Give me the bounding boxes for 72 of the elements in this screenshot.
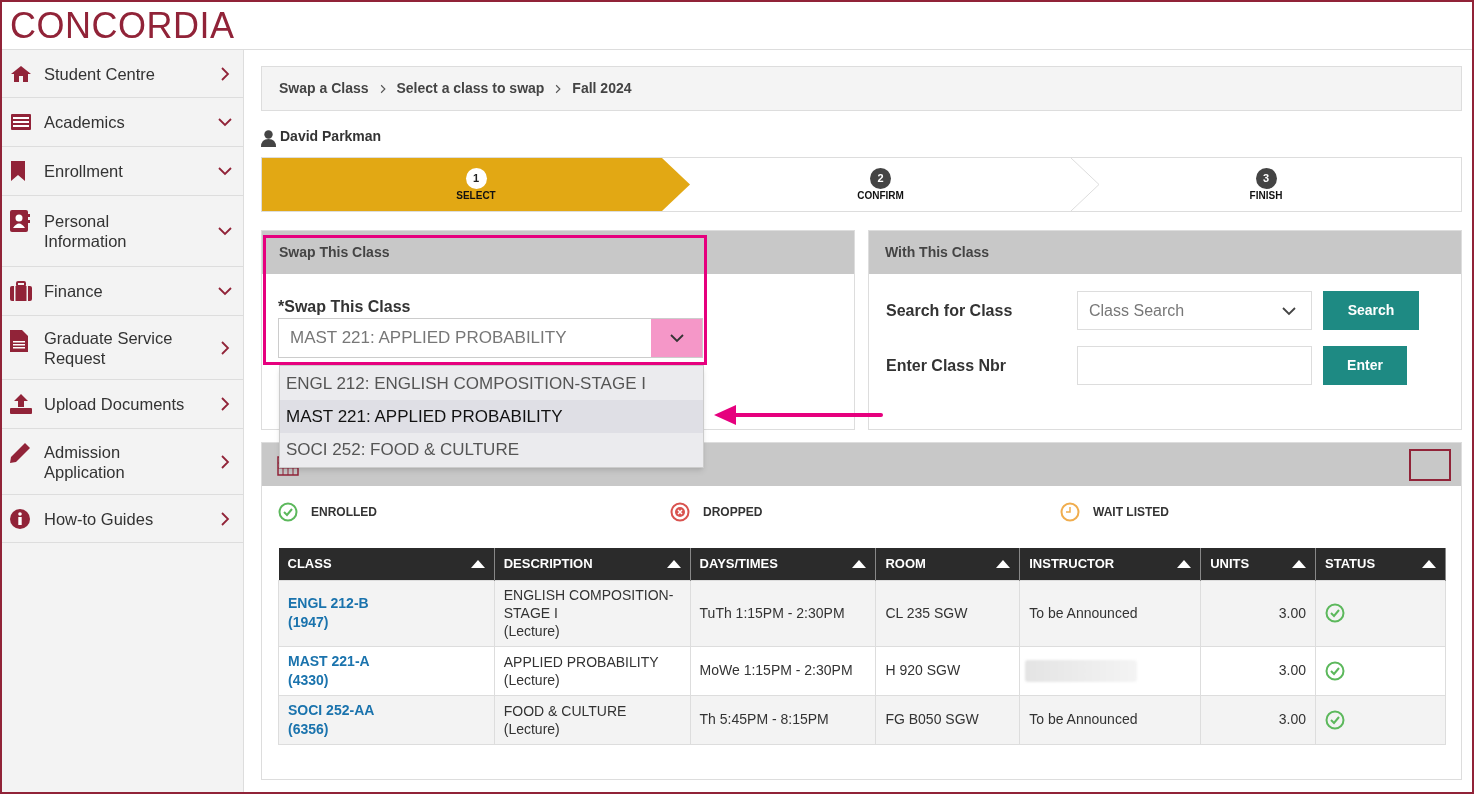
class-select[interactable]: MAST 221: APPLIED PROBABILITY — [278, 318, 703, 358]
class-link[interactable]: SOCI 252-AA (6356) — [288, 700, 398, 739]
table-cell: H 920 SGW — [885, 662, 961, 678]
table-cell-text: To be Announced — [1028, 711, 1138, 727]
person-icon — [261, 130, 276, 147]
field-label: *Swap This Class — [278, 297, 411, 317]
sidebar-item[interactable]: Finance — [2, 267, 243, 316]
sidebar-item[interactable]: Graduate Service Request — [2, 316, 243, 380]
class-number-field[interactable] — [1077, 346, 1312, 385]
student-name: David Parkman — [280, 127, 382, 146]
table-cell-text: APPLIED PROBABILITY — [503, 652, 660, 671]
enter-button[interactable]: Enter — [1323, 346, 1407, 385]
check-circle-icon — [1325, 603, 1346, 623]
sort-arrow-icon — [1422, 559, 1436, 568]
document-icon — [10, 330, 28, 352]
table-cell: CL 235 SGW — [885, 604, 968, 621]
sort-arrow-icon — [1177, 559, 1192, 568]
field-label: Search for Class — [886, 300, 1014, 321]
legend-label: ENROLLED — [311, 504, 377, 521]
search-button[interactable]: Search — [1323, 291, 1419, 330]
upload-icon — [10, 394, 32, 414]
table-cell: 3.00 — [1278, 711, 1307, 727]
class-link[interactable]: ENGL 212-B (1947) — [288, 594, 398, 632]
table-cell: (Lecture) — [503, 719, 560, 738]
home-icon — [10, 64, 32, 83]
list-icon — [10, 113, 32, 131]
table-cell: TuTh 1:15PM - 2:30PM — [699, 604, 845, 621]
sidebar-item[interactable]: Upload Documents — [2, 380, 243, 429]
pencil-icon — [10, 443, 30, 463]
panel-header: With This Class — [869, 231, 1461, 274]
sort-arrow-icon — [1292, 559, 1307, 568]
info-icon — [10, 508, 30, 529]
panel-header: Swap This Class — [262, 231, 854, 274]
sidebar-item[interactable]: Admission Application — [2, 429, 243, 495]
table-cell: 3.00 — [1278, 604, 1307, 621]
sidebar-item[interactable]: Student Centre — [2, 50, 243, 98]
dropdown-option[interactable]: ENGL 212: ENGLISH COMPOSITION-STAGE I — [280, 367, 703, 400]
breadcrumb-link[interactable]: Select a class to swap — [396, 78, 545, 99]
dropdown-option[interactable]: MAST 221: APPLIED PROBABILITY — [280, 400, 703, 433]
bookmark-icon — [10, 161, 26, 181]
sort-arrow-icon — [666, 559, 681, 568]
briefcase-icon — [10, 281, 32, 301]
table-cell-text: FOOD & CULTURE — [503, 701, 628, 720]
table-cell: 3.00 — [1278, 662, 1307, 678]
check-circle-icon — [1325, 709, 1346, 730]
table-cell: FG B050 SGW — [885, 711, 979, 727]
table-cell: (Lecture) — [503, 622, 560, 640]
breadcrumb-current: Fall 2024 — [572, 79, 632, 98]
sidebar-item[interactable]: Personal Information — [2, 196, 243, 267]
table-cell: MoWe 1:15PM - 2:30PM — [699, 662, 853, 678]
contact-card-icon — [10, 210, 30, 232]
table-cell-text: ENGLISH COMPOSITION-STAGE I — [503, 586, 675, 622]
table-cell: (Lecture) — [503, 670, 560, 689]
step[interactable]: 1 SELECT — [262, 158, 690, 211]
table-cell-text: To be Announced — [1028, 604, 1138, 621]
logo[interactable]: CONCORDIA — [10, 7, 235, 44]
check-circle-icon — [1325, 660, 1346, 681]
sort-arrow-icon — [470, 559, 485, 568]
legend-label: WAIT LISTED — [1093, 504, 1169, 521]
breadcrumb-link[interactable]: Swap a Class — [279, 78, 369, 99]
sidebar-item[interactable]: Academics — [2, 98, 243, 147]
sidebar-item[interactable]: How-to Guides — [2, 495, 243, 543]
sort-arrow-icon — [996, 559, 1011, 568]
legend-label: DROPPED — [703, 504, 763, 521]
expand-toggle[interactable] — [1409, 448, 1451, 481]
sort-arrow-icon — [852, 559, 867, 568]
table-cell: Th 5:45PM - 8:15PM — [699, 711, 829, 727]
class-search-select[interactable]: Class Search — [1077, 291, 1312, 330]
field-label: Enter Class Nbr — [886, 355, 1008, 376]
class-link[interactable]: MAST 221-A (4330) — [288, 651, 398, 690]
dropdown-option[interactable]: SOCI 252: FOOD & CULTURE — [280, 433, 703, 466]
sidebar-item[interactable]: Enrollment — [2, 147, 243, 196]
